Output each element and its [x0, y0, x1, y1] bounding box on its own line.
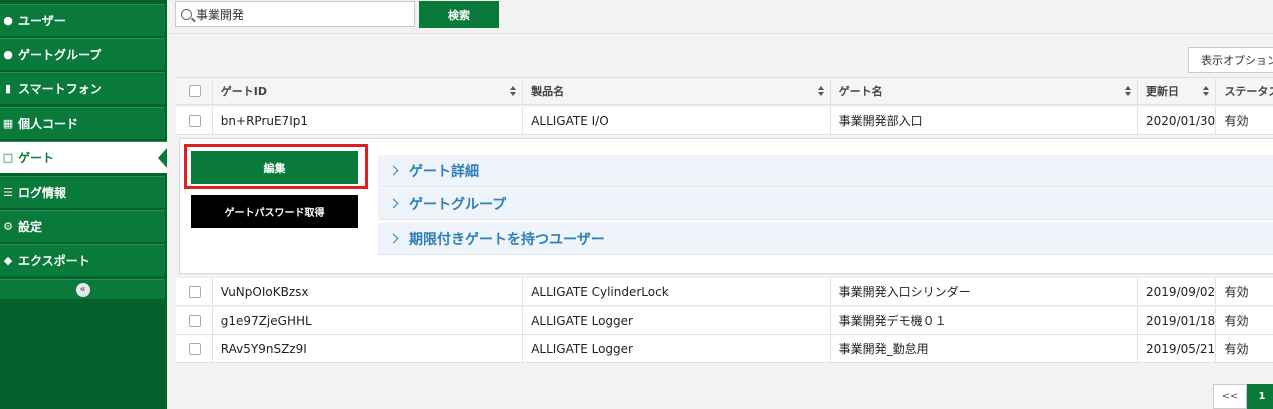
pagination-page-current[interactable]: 1 — [1247, 384, 1273, 409]
sort-icon[interactable] — [817, 86, 825, 98]
sidebar-item-personal-codes[interactable]: ▦ 個人コード — [0, 107, 165, 139]
column-header-label: 更新日 — [1146, 85, 1180, 98]
column-header-label: 製品名 — [531, 85, 565, 98]
search-icon — [181, 8, 192, 20]
sidebar-item-label: ゲートグループ — [18, 48, 102, 62]
gate-icon: □ — [2, 151, 14, 164]
updated-cell: 2019/09/02 — [1138, 278, 1217, 305]
status-cell: 有効 — [1224, 314, 1249, 328]
checkbox-cell — [176, 278, 213, 305]
sidebar: ● ユーザー ● ゲートグループ ▮ スマートフォン ▦ 個人コード □ ゲート… — [0, 0, 167, 409]
status-cell: 有効 — [1224, 285, 1249, 299]
column-header-label: ゲート名 — [838, 85, 883, 98]
column-header-product[interactable]: 製品名 — [523, 78, 831, 104]
table-row[interactable]: VuNpOIoKBzsx ALLIGATE CylinderLock 事業開発入… — [176, 278, 1273, 306]
divider — [167, 33, 1273, 34]
sidebar-item-export[interactable]: ◆ エクスポート — [0, 244, 165, 276]
smartphone-icon: ▮ — [4, 82, 12, 95]
sidebar-item-label: 個人コード — [18, 117, 79, 131]
column-header-updated[interactable]: 更新日 — [1138, 78, 1217, 104]
export-icon: ◆ — [3, 254, 13, 267]
edit-button[interactable]: 編集 — [191, 151, 358, 184]
search-input[interactable] — [196, 7, 406, 21]
accordion-gate-details[interactable]: ゲート詳細 — [378, 155, 1273, 187]
product-cell: ALLIGATE CylinderLock — [523, 278, 831, 305]
chevron-right-icon — [388, 165, 399, 176]
collapse-sidebar-button[interactable]: « — [75, 282, 90, 297]
sidebar-item-smartphones[interactable]: ▮ スマートフォン — [0, 72, 165, 104]
gear-icon: ⚙ — [3, 220, 13, 233]
sidebar-item-settings[interactable]: ⚙ 設定 — [0, 210, 165, 242]
sidebar-item-logs[interactable]: ☰ ログ情報 — [0, 176, 165, 208]
gate-id-cell: RAv5Y9nSZz9I — [213, 335, 524, 362]
sidebar-item-label: エクスポート — [18, 254, 90, 268]
checkbox-cell — [176, 335, 213, 362]
row-checkbox[interactable] — [189, 342, 201, 355]
row-checkbox[interactable] — [189, 114, 201, 127]
gate-name-cell: 事業開発_勤怠用 — [831, 335, 1139, 362]
table-row[interactable]: RAv5Y9nSZz9I ALLIGATE Logger 事業開発_勤怠用 20… — [176, 335, 1273, 363]
keypad-icon: ▦ — [2, 117, 14, 130]
sort-icon[interactable] — [1203, 86, 1210, 98]
sidebar-collapse-row: « — [0, 279, 165, 299]
column-header-label: ゲートID — [220, 85, 268, 98]
pagination-prev-button[interactable]: << — [1213, 384, 1247, 409]
gate-id-cell: g1e97ZjeGHHL — [213, 307, 524, 334]
checkbox-cell — [176, 107, 213, 134]
status-cell: 有効 — [1224, 342, 1249, 356]
accordion-label: ゲートグループ — [409, 196, 507, 213]
table-header: ゲートID 製品名 ゲート名 更新日 ステータス — [176, 77, 1273, 105]
sidebar-item-label: 設定 — [18, 220, 43, 234]
sort-icon[interactable] — [1125, 86, 1132, 98]
updated-cell: 2019/01/18 — [1138, 307, 1217, 334]
accordion-gate-groups[interactable]: ゲートグループ — [378, 188, 1273, 220]
table-row[interactable]: bn+RPruE7Ip1 ALLIGATE I/O 事業開発部入口 2020/0… — [176, 107, 1273, 135]
column-header-gate-id[interactable]: ゲートID — [213, 78, 524, 104]
sidebar-item-gate-groups[interactable]: ● ゲートグループ — [0, 38, 165, 70]
sidebar-item-label: スマートフォン — [18, 82, 102, 96]
chevron-right-icon — [388, 198, 399, 209]
row-checkbox[interactable] — [189, 285, 201, 298]
accordion-label: ゲート詳細 — [409, 163, 479, 180]
product-cell: ALLIGATE Logger — [523, 335, 831, 362]
checkbox-cell — [176, 307, 213, 334]
accordion-temporary-users[interactable]: 期限付きゲートを持つユーザー — [378, 223, 1273, 255]
accordion-label: 期限付きゲートを持つユーザー — [409, 231, 605, 248]
display-options-button[interactable]: 表示オプション — [1188, 47, 1273, 73]
product-cell: ALLIGATE I/O — [523, 107, 831, 134]
gate-id-cell: VuNpOIoKBzsx — [213, 278, 524, 305]
status-cell: 有効 — [1224, 114, 1249, 128]
search-box — [175, 1, 415, 27]
sidebar-item-label: ログ情報 — [18, 186, 67, 200]
table-row[interactable]: g1e97ZjeGHHL ALLIGATE Logger 事業開発デモ機０１ 2… — [176, 307, 1273, 335]
list-icon: ☰ — [3, 186, 13, 199]
sidebar-item-label: ゲート — [18, 151, 55, 165]
sidebar-item-users[interactable]: ● ユーザー — [0, 4, 165, 36]
gate-name-cell: 事業開発デモ機０１ — [831, 307, 1139, 334]
user-icon: ● — [3, 14, 13, 27]
get-gate-password-button[interactable]: ゲートパスワード取得 — [191, 195, 358, 228]
chevron-right-icon — [388, 233, 399, 244]
product-cell: ALLIGATE Logger — [523, 307, 831, 334]
column-header-label: ステータス — [1224, 85, 1273, 98]
updated-cell: 2020/01/30 — [1138, 107, 1217, 134]
gate-id-cell: bn+RPruE7Ip1 — [213, 107, 524, 134]
row-checkbox[interactable] — [189, 314, 201, 327]
gate-name-cell: 事業開発入口シリンダー — [831, 278, 1139, 305]
column-header-status[interactable]: ステータス — [1216, 78, 1273, 104]
select-all-checkbox[interactable] — [189, 85, 201, 97]
sort-icon[interactable] — [510, 86, 517, 98]
column-header-gate-name[interactable]: ゲート名 — [831, 78, 1139, 104]
updated-cell: 2019/05/21 — [1138, 335, 1217, 362]
sidebar-item-gates[interactable]: □ ゲート — [0, 141, 167, 173]
group-icon: ● — [3, 48, 13, 61]
gate-name-cell: 事業開発部入口 — [831, 107, 1139, 134]
search-button[interactable]: 検索 — [419, 1, 499, 28]
header-checkbox-cell — [176, 78, 213, 104]
sidebar-item-label: ユーザー — [18, 14, 66, 28]
